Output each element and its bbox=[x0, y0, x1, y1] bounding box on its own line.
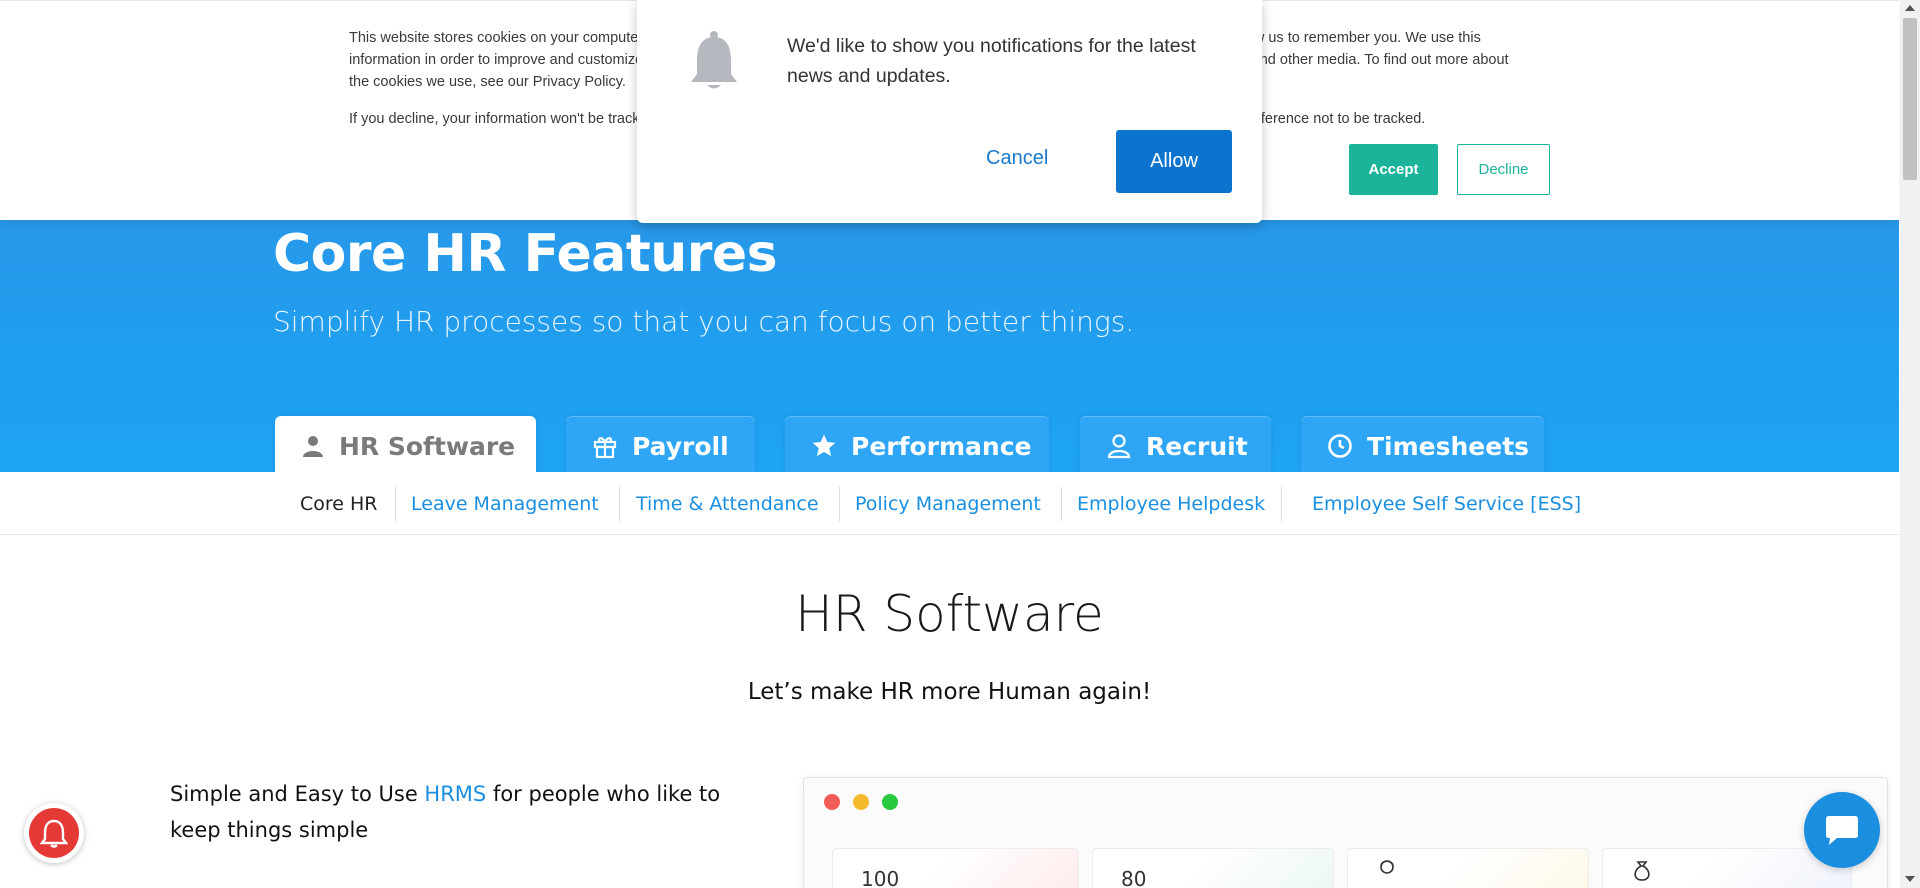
notification-message: We'd like to show you notifications for … bbox=[787, 35, 1196, 87]
chat-icon bbox=[1826, 816, 1858, 845]
subnav-leave-management[interactable]: Leave Management bbox=[411, 472, 599, 535]
stat-card: 80 bbox=[1092, 848, 1334, 888]
tab-label: Recruit bbox=[1146, 431, 1248, 461]
page-scrollbar[interactable] bbox=[1900, 0, 1920, 888]
tab-label: Performance bbox=[851, 431, 1032, 461]
tab-label: HR Software bbox=[339, 431, 516, 461]
window-close-dot bbox=[824, 794, 840, 810]
notification-prompt: We'd like to show you notifications for … bbox=[637, 0, 1262, 223]
tab-hr-software[interactable]: HR Software bbox=[275, 416, 536, 472]
subnav-time-attendance[interactable]: Time & Attendance bbox=[636, 472, 819, 535]
gift-icon bbox=[593, 437, 617, 459]
tab-timesheets[interactable]: Timesheets bbox=[1301, 416, 1544, 472]
app-preview-window: 100 80 bbox=[803, 777, 1888, 888]
subnav-divider bbox=[1061, 487, 1062, 521]
chat-widget-button[interactable] bbox=[1804, 792, 1880, 868]
notification-cancel-button[interactable]: Cancel bbox=[986, 147, 1048, 170]
subnav-divider bbox=[619, 487, 620, 521]
tab-performance[interactable]: Performance bbox=[785, 416, 1049, 472]
tab-recruit[interactable]: Recruit bbox=[1080, 416, 1271, 472]
subnav-employee-self-service[interactable]: Employee Self Service [ESS] bbox=[1312, 472, 1581, 535]
tab-label: Timesheets bbox=[1367, 431, 1530, 461]
page-tagline: Let’s make HR more Human again! bbox=[747, 679, 1152, 705]
sub-navigation: Core HR Leave Management Time & Attendan… bbox=[0, 472, 1899, 535]
person-icon bbox=[303, 436, 323, 457]
subnav-core-hr[interactable]: Core HR bbox=[300, 472, 378, 535]
subnav-policy-management[interactable]: Policy Management bbox=[855, 472, 1041, 535]
money-bag-icon bbox=[1634, 861, 1650, 881]
feature-prefix: Simple and Easy to Use bbox=[170, 782, 425, 806]
tab-label: Payroll bbox=[632, 431, 729, 461]
decline-cookies-button[interactable]: Decline bbox=[1457, 144, 1550, 195]
star-icon bbox=[812, 434, 836, 457]
notification-allow-button[interactable]: Allow bbox=[1116, 130, 1232, 193]
clock-icon bbox=[1328, 434, 1352, 458]
stat-card: 100 bbox=[832, 848, 1079, 888]
subnav-divider bbox=[839, 487, 840, 521]
notification-bell-badge bbox=[29, 808, 79, 858]
window-minimize-dot bbox=[853, 794, 869, 810]
hrms-link[interactable]: HRMS bbox=[424, 782, 486, 806]
window-maximize-dot bbox=[882, 794, 898, 810]
feature-description: Simple and Easy to Use HRMS for people w… bbox=[170, 776, 770, 848]
hero-section: Core HR Features Simplify HR processes s… bbox=[0, 200, 1899, 472]
scrollbar-thumb[interactable] bbox=[1903, 18, 1917, 180]
hero-title: Core HR Features bbox=[273, 224, 778, 284]
subnav-divider bbox=[1281, 487, 1282, 521]
bell-icon bbox=[40, 819, 68, 848]
page-title: HR Software bbox=[795, 585, 1104, 643]
accept-cookies-button[interactable]: Accept bbox=[1349, 144, 1438, 195]
stat-card-value: 100 bbox=[861, 867, 900, 888]
subnav-divider bbox=[395, 487, 396, 521]
scroll-up-arrow-icon[interactable] bbox=[1905, 5, 1915, 11]
scroll-down-arrow-icon[interactable] bbox=[1905, 876, 1915, 882]
tab-payroll[interactable]: Payroll bbox=[566, 416, 755, 472]
stat-card-value: 80 bbox=[1121, 867, 1147, 888]
subnav-employee-helpdesk[interactable]: Employee Helpdesk bbox=[1077, 472, 1265, 535]
employee-icon bbox=[1380, 860, 1394, 874]
user-outline-icon bbox=[1107, 434, 1131, 459]
notification-bell-button[interactable] bbox=[24, 803, 84, 863]
stat-card bbox=[1347, 848, 1589, 888]
bell-icon bbox=[691, 31, 737, 89]
hero-subtitle: Simplify HR processes so that you can fo… bbox=[273, 305, 1135, 338]
